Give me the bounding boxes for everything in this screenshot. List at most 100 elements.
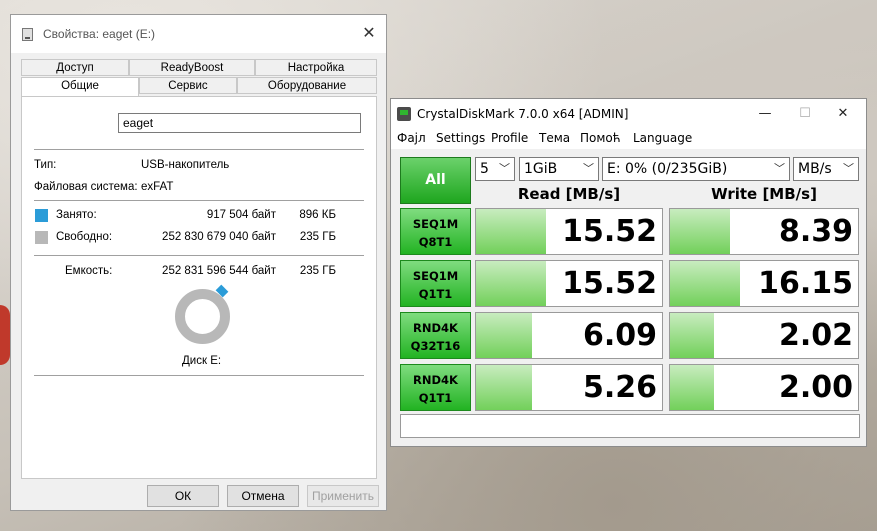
divider [34,255,364,256]
test-count-value: 5 [480,161,489,177]
close-icon[interactable]: ✕ [358,23,380,45]
drive-select[interactable]: E: 0% (0/235GiB) ﹀ [602,157,790,181]
app-icon [397,107,411,121]
crystaldiskmark-window: CrystalDiskMark 7.0.0 x64 [ADMIN] — ☐ ✕ … [390,98,867,447]
test-button-rnd4k-q1t1[interactable]: RND4K Q1T1 [400,364,471,411]
tab-readyboost[interactable]: ReadyBoost [129,59,255,76]
disk-label: Диск E: [182,355,222,367]
result-bar [670,209,730,254]
test-name: SEQ1M [412,217,459,231]
test-params: Q8T1 [418,235,453,249]
dialog-titlebar: Свойства: eaget (E:) ✕ [11,15,386,53]
chevron-down-icon: ﹀ [583,162,594,175]
test-params: Q1T1 [418,391,453,405]
menu-file[interactable]: Фаjл [397,131,426,145]
type-label: Тип: [34,159,57,171]
test-name: RND4K [413,321,458,335]
result-bar [476,209,546,254]
menu-bar: Фаjл Settings Profile Тема Помоћ Languag… [391,129,866,149]
result-bar [670,365,714,410]
result-bar [476,313,532,358]
unit-select[interactable]: MB/s ﹀ [793,157,859,181]
tab-general[interactable]: Общие [21,77,139,96]
tab-customize[interactable]: Настройка [255,59,377,76]
write-result-cell: 8.39 [669,208,859,255]
cdm-titlebar: CrystalDiskMark 7.0.0 x64 [ADMIN] — ☐ ✕ [391,99,866,129]
used-label: Занято: [56,209,97,221]
test-button-rnd4k-q32t16[interactable]: RND4K Q32T16 [400,312,471,359]
test-params: Q32T16 [410,339,461,353]
used-short: 896 КБ [299,209,336,221]
result-bar [476,365,532,410]
menu-theme[interactable]: Тема [539,131,570,145]
chevron-down-icon: ﹀ [499,162,510,175]
properties-dialog: Свойства: eaget (E:) ✕ Доступ ReadyBoost… [10,14,387,511]
tab-hardware[interactable]: Оборудование [237,77,377,94]
drive-value: E: 0% (0/235GiB) [607,161,728,177]
test-button-seq1m-q8t1[interactable]: SEQ1M Q8T1 [400,208,471,255]
capacity-short: 235 ГБ [299,265,336,277]
read-result-cell: 15.52 [475,260,663,307]
menu-settings[interactable]: Settings [436,131,485,145]
test-name: RND4K [413,373,458,387]
read-header: Read [MB/s] [517,185,621,203]
divider [34,200,364,201]
write-header: Write [MB/s] [711,185,817,203]
test-size-select[interactable]: 1GiB ﹀ [519,157,599,181]
write-result-cell: 16.15 [669,260,859,307]
apply-button[interactable]: Применить [307,485,379,507]
menu-help[interactable]: Помоћ [580,131,621,145]
result-bar [670,261,740,306]
write-result-cell: 2.02 [669,312,859,359]
drive-icon [22,28,33,41]
tab-tools[interactable]: Сервис [139,77,237,94]
read-value: 6.09 [582,318,657,353]
free-space-swatch [35,231,48,244]
read-value: 15.52 [562,214,657,249]
test-count-select[interactable]: 5 ﹀ [475,157,515,181]
general-tab-panel: eaget Тип: USB-накопитель Файловая систе… [21,96,377,479]
divider [34,375,364,376]
filesystem-value: exFAT [141,181,174,193]
cancel-button[interactable]: Отмена [227,485,299,507]
window-title: CrystalDiskMark 7.0.0 x64 [ADMIN] [417,107,629,121]
write-value: 16.15 [758,266,853,301]
dialog-title: Свойства: eaget (E:) [43,27,156,41]
tab-access[interactable]: Доступ [21,59,129,76]
used-bytes: 917 504 байт [206,209,276,221]
chevron-down-icon: ﹀ [843,162,854,175]
free-label: Свободно: [56,231,113,243]
test-size-value: 1GiB [524,161,558,177]
chevron-down-icon: ﹀ [774,162,785,175]
result-bar [476,261,546,306]
result-bar [670,313,714,358]
capacity-label: Емкость: [65,265,113,277]
minimize-icon[interactable]: — [750,103,780,125]
test-button-seq1m-q1t1[interactable]: SEQ1M Q1T1 [400,260,471,307]
desktop-background-object [0,305,10,365]
free-short: 235 ГБ [299,231,336,243]
unit-value: MB/s [798,161,832,177]
volume-name-input[interactable]: eaget [118,113,361,133]
close-icon[interactable]: ✕ [828,103,858,125]
free-bytes: 252 830 679 040 байт [162,231,276,243]
used-space-swatch [35,209,48,222]
type-value: USB-накопитель [141,159,230,171]
read-result-cell: 6.09 [475,312,663,359]
capacity-bytes: 252 831 596 544 байт [162,265,276,277]
maximize-icon[interactable]: ☐ [790,103,820,125]
ok-button[interactable]: ОК [147,485,219,507]
write-value: 2.02 [778,318,853,353]
menu-language[interactable]: Language [633,131,692,145]
test-name: SEQ1M [412,269,459,283]
read-result-cell: 5.26 [475,364,663,411]
divider [34,149,364,150]
run-all-button[interactable]: All [400,157,471,204]
menu-profile[interactable]: Profile [491,131,528,145]
comment-field[interactable] [400,414,860,438]
write-value: 8.39 [778,214,853,249]
read-result-cell: 15.52 [475,208,663,255]
test-params: Q1T1 [418,287,453,301]
write-value: 2.00 [778,370,853,405]
read-value: 5.26 [582,370,657,405]
